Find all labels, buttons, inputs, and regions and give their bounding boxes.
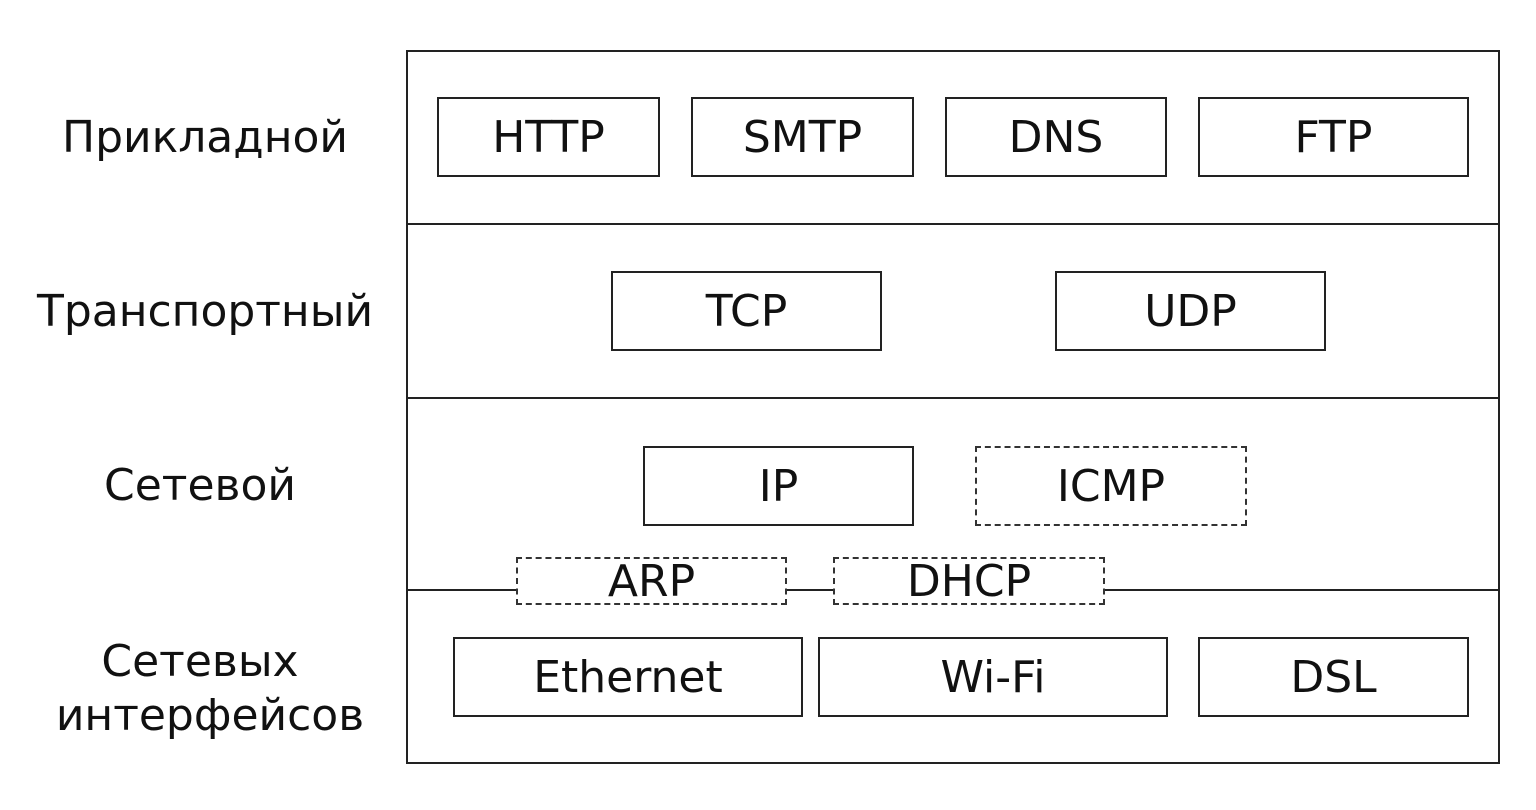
protocol-udp: UDP — [1055, 271, 1326, 351]
protocol-arp: ARP — [516, 556, 787, 607]
layer-label-network: Сетевой — [104, 460, 296, 511]
layer-label-application: Прикладной — [62, 112, 348, 163]
protocol-icmp: ICMP — [975, 446, 1247, 526]
protocol-wifi: Wi-Fi — [818, 637, 1168, 717]
layer-label-link-line2: интерфейсов — [55, 690, 365, 741]
layer-label-link-line1: Сетевых — [101, 636, 299, 687]
protocol-dsl: DSL — [1198, 637, 1469, 717]
layer-divider-1 — [406, 223, 1500, 225]
protocol-tcp: TCP — [611, 271, 882, 351]
protocol-http: HTTP — [437, 97, 660, 177]
layer-label-transport: Транспортный — [36, 286, 374, 337]
protocol-dns: DNS — [945, 97, 1167, 177]
protocol-ftp: FTP — [1198, 97, 1469, 177]
protocol-ip: IP — [643, 446, 914, 526]
protocol-smtp: SMTP — [691, 97, 914, 177]
protocol-ethernet: Ethernet — [453, 637, 803, 717]
layer-divider-2 — [406, 397, 1500, 399]
protocol-dhcp: DHCP — [833, 556, 1105, 607]
